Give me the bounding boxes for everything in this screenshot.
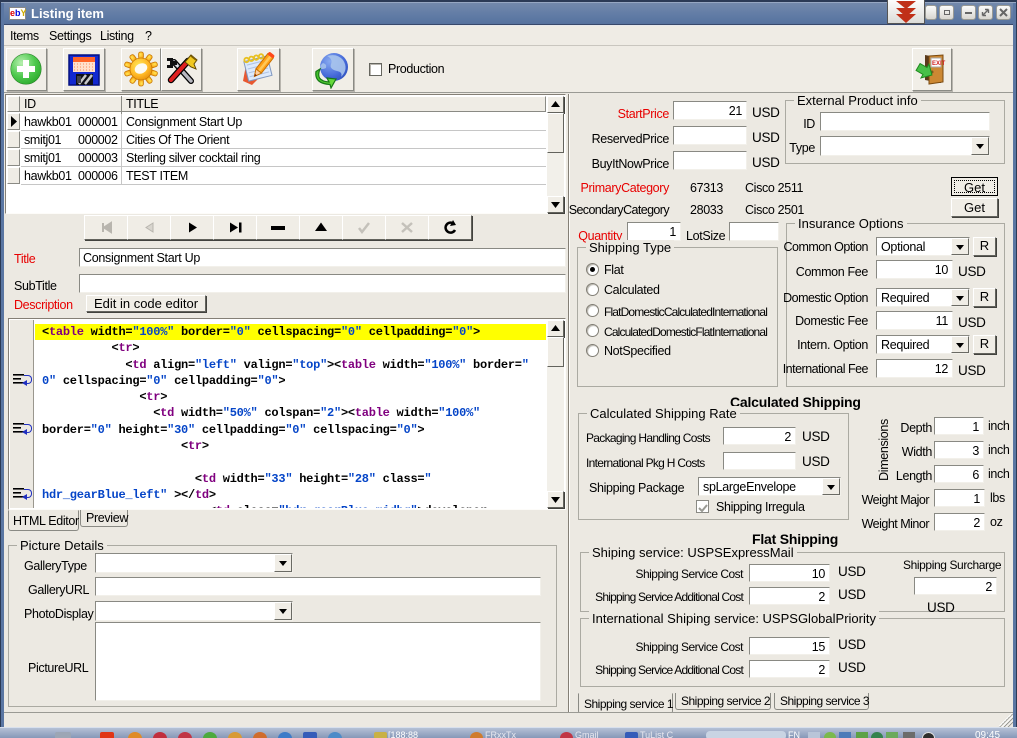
svg-text:EXIT: EXIT — [932, 61, 946, 67]
